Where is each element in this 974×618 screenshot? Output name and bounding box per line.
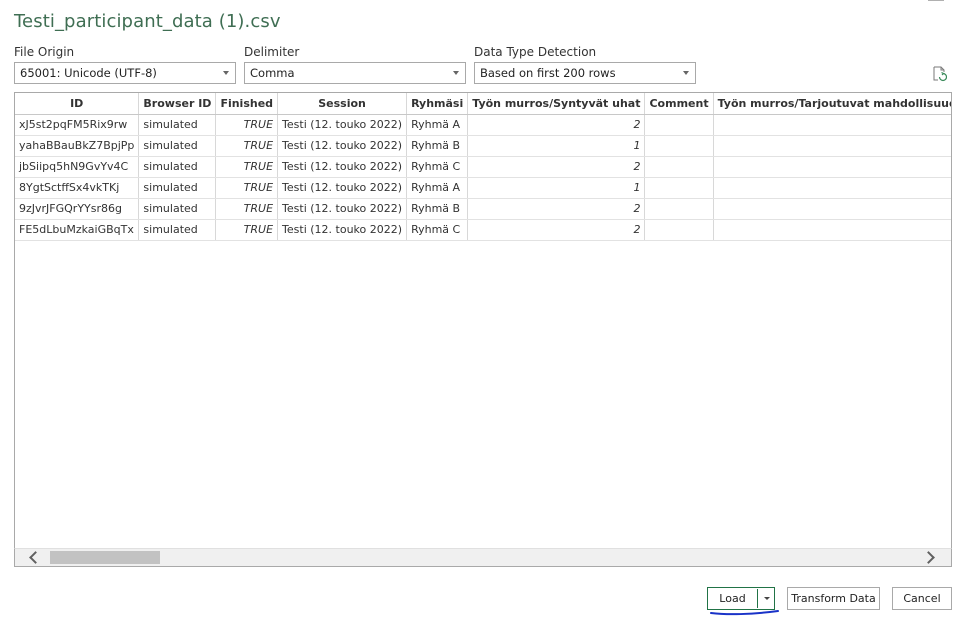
- cell-comment[interactable]: [644, 198, 714, 220]
- cell-session[interactable]: Testi (12. touko 2022): [277, 114, 408, 136]
- table-row[interactable]: xJ5st2pqFM5Rix9rw simulated TRUE Testi (12.…: [15, 114, 951, 136]
- load-split-button[interactable]: Load: [707, 587, 775, 610]
- cell-finished[interactable]: TRUE: [215, 177, 279, 199]
- cell-syntyvat-uhat[interactable]: 2: [467, 156, 646, 178]
- table-row[interactable]: jbSiipq5hN9GvYv4C simulated TRUE Testi (12.…: [15, 156, 951, 178]
- cell-session[interactable]: Testi (12. touko 2022): [277, 135, 408, 157]
- table-row[interactable]: 9zJvrJFGQrYYsr86g simulated TRUE Testi (12.…: [15, 198, 951, 220]
- header-row: ID Browser ID Finished Session Ryhmäsi T…: [15, 93, 951, 115]
- cell-ryhmasi[interactable]: Ryhmä B: [406, 198, 469, 220]
- cell-ryhmasi[interactable]: Ryhmä A: [406, 177, 469, 199]
- cell-syntyvat-uhat[interactable]: 2: [467, 114, 646, 136]
- load-button[interactable]: Load: [708, 588, 757, 609]
- cell-syntyvat-uhat[interactable]: 2: [467, 198, 646, 220]
- cell-session[interactable]: Testi (12. touko 2022): [277, 177, 408, 199]
- cell-id[interactable]: yahaBBauBkZ7BpjPp: [15, 135, 140, 157]
- chevron-down-icon: [223, 71, 229, 75]
- pen-underline-annotation: [710, 610, 779, 616]
- cell-id[interactable]: jbSiipq5hN9GvYv4C: [15, 156, 140, 178]
- file-origin-value: 65001: Unicode (UTF-8): [20, 66, 157, 80]
- horizontal-scrollbar[interactable]: [14, 548, 952, 567]
- cell-tarjoutuvat-mahdollisuudet[interactable]: 3: [713, 156, 951, 178]
- cell-browser-id[interactable]: simulated: [138, 135, 217, 157]
- cell-comment[interactable]: [644, 135, 714, 157]
- delimiter-select[interactable]: Comma: [244, 62, 466, 84]
- data-type-detection-label: Data Type Detection: [474, 45, 597, 59]
- chevron-down-icon: [453, 71, 459, 75]
- cell-session[interactable]: Testi (12. touko 2022): [277, 219, 408, 241]
- cell-syntyvat-uhat[interactable]: 1: [467, 135, 646, 157]
- cell-tarjoutuvat-mahdollisuudet[interactable]: 3: [713, 198, 951, 220]
- column-header-syntyvat-uhat[interactable]: Työn murros/Syntyvät uhat: [467, 93, 646, 115]
- column-header-id[interactable]: ID: [15, 93, 140, 115]
- cell-finished[interactable]: TRUE: [215, 114, 279, 136]
- chevron-left-icon[interactable]: [29, 551, 42, 564]
- data-type-detection-select[interactable]: Based on first 200 rows: [474, 62, 696, 84]
- transform-data-button[interactable]: Transform Data: [787, 587, 880, 610]
- cell-ryhmasi[interactable]: Ryhmä B: [406, 135, 469, 157]
- cell-browser-id[interactable]: simulated: [138, 219, 217, 241]
- file-origin-label: File Origin: [14, 45, 75, 59]
- data-type-detection-value: Based on first 200 rows: [480, 66, 616, 80]
- cell-id[interactable]: 9zJvrJFGQrYYsr86g: [15, 198, 140, 220]
- file-origin-select[interactable]: 65001: Unicode (UTF-8): [14, 62, 236, 84]
- cell-tarjoutuvat-mahdollisuudet[interactable]: 3: [713, 135, 951, 157]
- cancel-button[interactable]: Cancel: [892, 587, 952, 610]
- column-header-session[interactable]: Session: [277, 93, 408, 115]
- cell-browser-id[interactable]: simulated: [138, 177, 217, 199]
- cell-browser-id[interactable]: simulated: [138, 156, 217, 178]
- cell-comment[interactable]: [644, 114, 714, 136]
- cell-tarjoutuvat-mahdollisuudet[interactable]: 3: [713, 177, 951, 199]
- column-header-comment[interactable]: Comment: [644, 93, 714, 115]
- load-dropdown-arrow-icon[interactable]: [758, 588, 775, 609]
- cell-browser-id[interactable]: simulated: [138, 114, 217, 136]
- column-header-ryhmasi[interactable]: Ryhmäsi: [406, 93, 469, 115]
- scrollbar-thumb[interactable]: [50, 551, 160, 564]
- cell-session[interactable]: Testi (12. touko 2022): [277, 156, 408, 178]
- cell-comment[interactable]: [644, 219, 714, 241]
- cell-session[interactable]: Testi (12. touko 2022): [277, 198, 408, 220]
- cell-id[interactable]: xJ5st2pqFM5Rix9rw: [15, 114, 140, 136]
- table-row[interactable]: FE5dLbuMzkaiGBqTx simulated TRUE Testi (12.…: [15, 219, 951, 241]
- cell-syntyvat-uhat[interactable]: 1: [467, 177, 646, 199]
- column-header-finished[interactable]: Finished: [215, 93, 279, 115]
- column-header-tarjoutuvat-mahdollisuudet[interactable]: Työn murros/Tarjoutuvat mahdollisuudet: [713, 93, 951, 115]
- cell-finished[interactable]: TRUE: [215, 219, 279, 241]
- cell-finished[interactable]: TRUE: [215, 135, 279, 157]
- chevron-down-icon: [683, 71, 689, 75]
- data-preview-grid[interactable]: ID Browser ID Finished Session Ryhmäsi T…: [14, 92, 952, 567]
- preview-table: ID Browser ID Finished Session Ryhmäsi T…: [15, 93, 951, 241]
- cell-ryhmasi[interactable]: Ryhmä C: [406, 156, 469, 178]
- cell-browser-id[interactable]: simulated: [138, 198, 217, 220]
- cell-finished[interactable]: TRUE: [215, 156, 279, 178]
- refresh-icon[interactable]: [932, 66, 947, 82]
- cell-comment[interactable]: [644, 177, 714, 199]
- cell-tarjoutuvat-mahdollisuudet[interactable]: 3: [713, 219, 951, 241]
- table-row[interactable]: 8YgtSctffSx4vkTKj simulated TRUE Testi (12.…: [15, 177, 951, 199]
- chevron-right-icon[interactable]: [922, 551, 935, 564]
- column-header-browser-id[interactable]: Browser ID: [138, 93, 217, 115]
- cell-tarjoutuvat-mahdollisuudet[interactable]: 4: [713, 114, 951, 136]
- delimiter-label: Delimiter: [244, 45, 300, 59]
- delimiter-value: Comma: [250, 66, 295, 80]
- cell-comment[interactable]: [644, 156, 714, 178]
- cell-ryhmasi[interactable]: Ryhmä A: [406, 114, 469, 136]
- cell-ryhmasi[interactable]: Ryhmä C: [406, 219, 469, 241]
- cell-finished[interactable]: TRUE: [215, 198, 279, 220]
- table-row[interactable]: yahaBBauBkZ7BpjPp simulated TRUE Testi (12.…: [15, 135, 951, 157]
- cell-syntyvat-uhat[interactable]: 2: [467, 219, 646, 241]
- cell-id[interactable]: FE5dLbuMzkaiGBqTx: [15, 219, 140, 241]
- cell-id[interactable]: 8YgtSctffSx4vkTKj: [15, 177, 140, 199]
- dialog-title: Testi_participant_data (1).csv: [14, 11, 281, 32]
- window-control-edge: [928, 0, 944, 2]
